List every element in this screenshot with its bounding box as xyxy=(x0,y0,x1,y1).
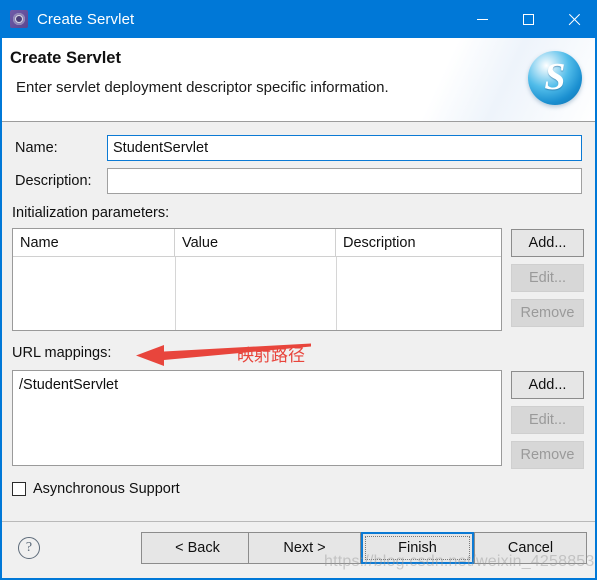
async-support-label: Asynchronous Support xyxy=(33,481,180,497)
close-icon xyxy=(568,13,581,26)
watermark: https://blog.csdn.net/weixin_42588533 xyxy=(324,553,597,570)
list-item[interactable]: /StudentServlet xyxy=(19,375,495,395)
page-subtitle: Enter servlet deployment descriptor spec… xyxy=(16,79,389,96)
column-divider xyxy=(336,257,337,330)
init-params-remove-button: Remove xyxy=(511,299,584,327)
name-row: Name: xyxy=(15,135,582,161)
async-support-row[interactable]: Asynchronous Support xyxy=(12,481,180,497)
help-icon[interactable]: ? xyxy=(18,537,40,559)
back-button[interactable]: < Back xyxy=(141,532,254,564)
name-input[interactable] xyxy=(107,135,582,161)
description-input[interactable] xyxy=(107,168,582,194)
page-title: Create Servlet xyxy=(10,49,121,67)
logo-letter: S xyxy=(544,56,566,98)
annotation-text: 映射路径 xyxy=(237,346,305,366)
title-bar: Create Servlet xyxy=(2,0,595,38)
init-parameters-label: Initialization parameters: xyxy=(12,205,170,221)
init-params-add-button[interactable]: Add... xyxy=(511,229,584,257)
column-header-value[interactable]: Value xyxy=(175,229,336,256)
window-title: Create Servlet xyxy=(37,10,135,28)
minimize-button[interactable] xyxy=(459,0,505,38)
table-header-row: Name Value Description xyxy=(13,229,501,257)
url-mappings-add-button[interactable]: Add... xyxy=(511,371,584,399)
column-header-name[interactable]: Name xyxy=(13,229,175,256)
servlet-logo-icon: S xyxy=(528,51,582,105)
dialog-body: Name: Description: Initialization parame… xyxy=(2,123,595,521)
description-label: Description: xyxy=(15,173,92,189)
name-label: Name: xyxy=(15,140,58,156)
table-body[interactable] xyxy=(13,257,501,330)
window-controls xyxy=(459,0,595,38)
gear-icon xyxy=(10,10,28,28)
dialog-header: Create Servlet Enter servlet deployment … xyxy=(2,38,595,122)
maximize-icon xyxy=(522,13,534,25)
close-button[interactable] xyxy=(551,0,595,38)
column-header-description[interactable]: Description xyxy=(336,229,501,256)
description-row: Description: xyxy=(15,168,582,194)
minimize-icon xyxy=(476,18,488,20)
init-params-edit-button: Edit... xyxy=(511,264,584,292)
maximize-button[interactable] xyxy=(505,0,551,38)
url-mappings-edit-button: Edit... xyxy=(511,406,584,434)
init-parameters-table[interactable]: Name Value Description xyxy=(12,228,502,331)
url-mappings-list[interactable]: /StudentServlet xyxy=(12,370,502,466)
url-mappings-label: URL mappings: xyxy=(12,345,112,361)
column-divider xyxy=(175,257,176,330)
url-mappings-remove-button: Remove xyxy=(511,441,584,469)
async-support-checkbox[interactable] xyxy=(12,482,26,496)
create-servlet-dialog: Create Servlet Create Servlet Enter serv… xyxy=(0,0,597,580)
